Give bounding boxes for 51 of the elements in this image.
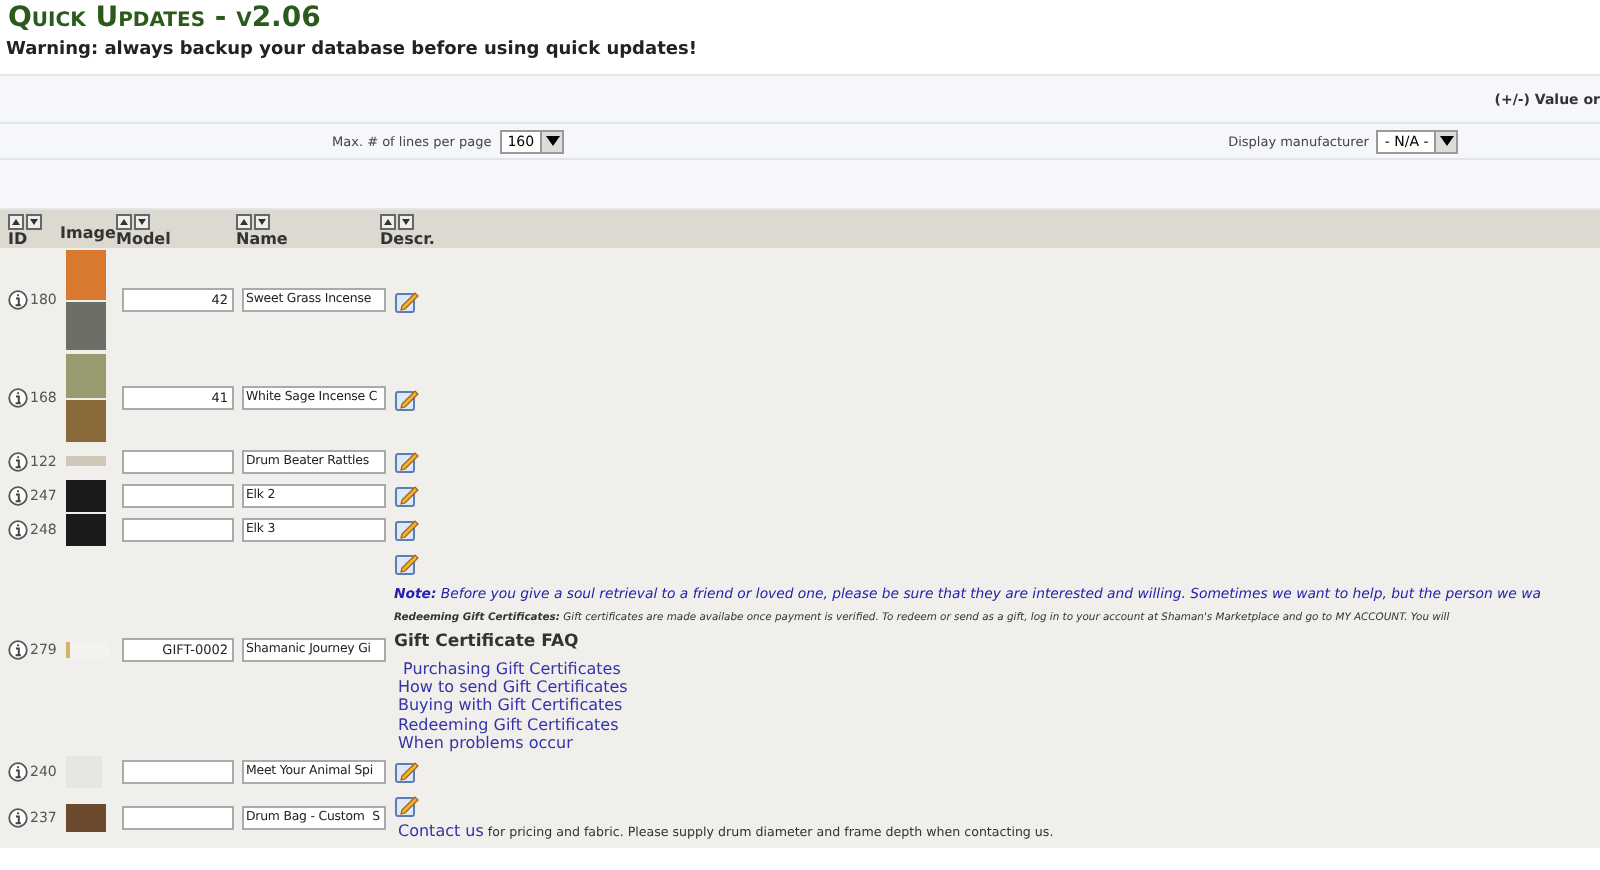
sort-up-button[interactable] <box>8 214 24 230</box>
edit-icon[interactable] <box>394 550 420 576</box>
photo-placeholder <box>66 248 106 352</box>
info-icon[interactable] <box>8 451 28 471</box>
sort-down-button[interactable] <box>398 214 414 230</box>
sort-down-button[interactable] <box>254 214 270 230</box>
column-header: Descr. <box>380 230 435 248</box>
edit-icon[interactable] <box>394 448 420 474</box>
sort-up-button[interactable] <box>236 214 252 230</box>
info-icon[interactable] <box>8 808 28 829</box>
photo-placeholder <box>66 456 106 466</box>
photo-placeholder <box>66 513 106 545</box>
edit-icon[interactable] <box>394 792 420 819</box>
photo-placeholder <box>66 804 106 833</box>
edit-icon[interactable] <box>394 758 420 785</box>
info-icon[interactable] <box>8 485 28 505</box>
model-field[interactable] <box>122 483 234 507</box>
info-icon[interactable] <box>8 388 28 408</box>
info-icon[interactable] <box>8 519 28 539</box>
column-header: Image <box>60 224 116 242</box>
edit-icon[interactable] <box>394 287 420 313</box>
photo-placeholder <box>66 352 106 444</box>
model-field[interactable] <box>122 806 234 831</box>
column-header: Name <box>236 230 290 248</box>
info-icon[interactable] <box>8 290 28 310</box>
edit-icon[interactable] <box>394 516 420 542</box>
photo-placeholder <box>66 479 106 511</box>
faq-link[interactable]: Buying with Gift Certificates <box>398 696 628 716</box>
sort-down-button[interactable] <box>26 214 42 230</box>
sort-up-button[interactable] <box>380 214 396 230</box>
contact-link[interactable]: Contact us <box>398 822 484 841</box>
faq-link[interactable]: When problems occur <box>398 733 628 753</box>
model-field[interactable] <box>122 759 234 784</box>
caret-icon <box>545 136 560 146</box>
edit-icon[interactable] <box>394 385 420 411</box>
caret-icon <box>1439 136 1454 146</box>
faq-link[interactable]: How to send Gift Certificates <box>398 678 628 697</box>
sort-down-button[interactable] <box>134 214 150 230</box>
edit-icon[interactable] <box>394 482 420 508</box>
sort-up-button[interactable] <box>116 214 132 230</box>
page-title: Quick Updates - v2.06 <box>6 0 323 36</box>
model-field[interactable] <box>122 449 234 473</box>
faq-heading: Gift Certificate FAQ <box>394 632 579 654</box>
model-field[interactable] <box>122 517 234 541</box>
warning-text: Warning: always backup your database before using quick updates! <box>4 38 699 64</box>
info-icon[interactable] <box>8 761 28 782</box>
column-header: ID <box>8 230 30 248</box>
faq-link[interactable]: Redeeming Gift Certificates <box>398 715 628 734</box>
faq-link[interactable]: Purchasing Gift Certificates <box>398 660 628 679</box>
column-header: Model <box>116 230 173 248</box>
info-icon[interactable] <box>8 640 28 660</box>
